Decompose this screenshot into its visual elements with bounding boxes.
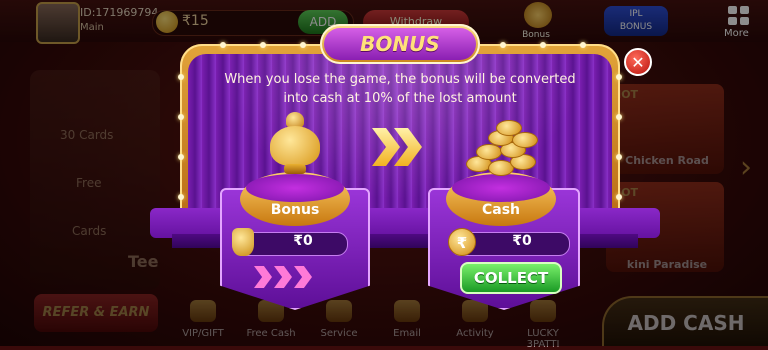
bulb <box>260 42 266 48</box>
close-button[interactable]: ✕ <box>624 48 652 76</box>
bonus-amount: ₹0 <box>293 233 313 249</box>
cash-label: Cash <box>481 202 521 218</box>
coin <box>496 120 522 136</box>
bulb <box>616 154 622 160</box>
bulb <box>178 114 184 120</box>
pot-body <box>270 126 320 166</box>
bonus-description: When you lose the game, the bonus will b… <box>224 72 576 106</box>
bulb <box>580 42 586 48</box>
bulb <box>300 42 306 48</box>
pot-icon <box>270 112 320 174</box>
chevron <box>254 266 272 288</box>
bulb <box>540 42 546 48</box>
bulb <box>178 74 184 80</box>
trophy-icon <box>232 228 254 256</box>
bulb <box>220 42 226 48</box>
pot-stand <box>284 164 306 174</box>
bulb <box>616 74 622 80</box>
bulb <box>616 114 622 120</box>
coin <box>476 144 502 160</box>
rupee-coin-icon: ₹ <box>448 228 476 256</box>
bulb <box>178 154 184 160</box>
chevrons-icon <box>254 266 334 290</box>
bonus-pedestal-top <box>246 174 344 202</box>
chevron <box>294 266 312 288</box>
bonus-modal: BONUS ✕ When you lose the game, the bonu… <box>150 20 660 330</box>
cash-amount: ₹0 <box>512 233 532 249</box>
coins-icon <box>462 120 540 180</box>
collect-button[interactable]: COLLECT <box>460 262 562 294</box>
double-arrow-icon <box>372 128 426 168</box>
bulb <box>500 42 506 48</box>
modal-title: BONUS <box>324 28 476 60</box>
arrow-chevron <box>372 128 400 166</box>
bonus-label: Bonus <box>270 202 320 218</box>
chevron <box>274 266 292 288</box>
